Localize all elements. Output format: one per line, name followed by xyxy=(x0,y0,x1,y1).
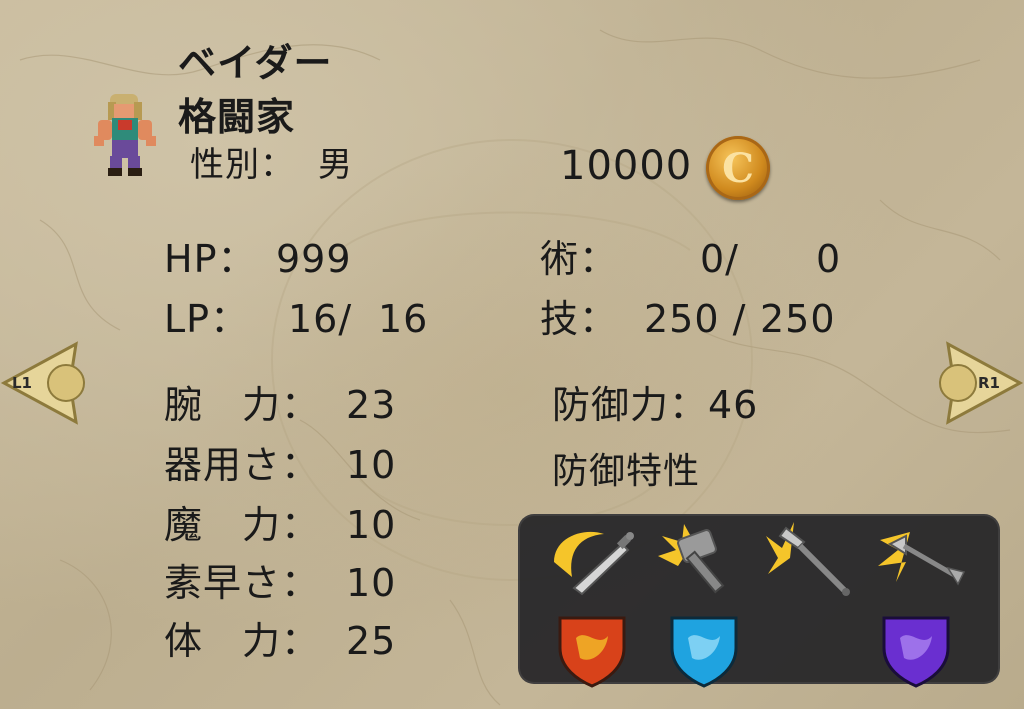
next-character-button[interactable]: R1 xyxy=(934,338,1024,428)
stat-strength-label: 腕 力： xyxy=(164,383,321,427)
jutsu-max: 0 xyxy=(816,237,842,281)
stat-vitality-value: 25 xyxy=(346,619,397,663)
lp-label: LP： xyxy=(164,297,250,341)
jutsu-current: 0/ xyxy=(700,237,739,281)
defense-attributes-panel xyxy=(518,514,1000,688)
pierce-spear-icon xyxy=(766,522,850,596)
character-sprite xyxy=(94,94,156,176)
character-class: 格闘家 xyxy=(178,95,296,139)
stat-magic-value: 10 xyxy=(346,503,397,547)
shoot-arrow-icon xyxy=(878,532,966,586)
l1-label: L1 xyxy=(12,374,32,392)
r1-label: R1 xyxy=(978,374,1000,392)
waza-label: 技： xyxy=(540,297,619,341)
waza-current: 250 / xyxy=(644,297,747,341)
money-amount: 10000 xyxy=(560,143,693,189)
stat-dexterity-value: 10 xyxy=(346,443,397,487)
crown-coin-icon: C xyxy=(706,136,770,200)
hp-value: 999 xyxy=(276,237,352,281)
ice-shield-icon xyxy=(670,616,738,688)
hp-label: HP： xyxy=(164,237,257,281)
character-name: ベイダー xyxy=(178,41,333,85)
slash-sword-icon xyxy=(554,531,634,596)
jutsu-label: 術： xyxy=(540,237,619,281)
lp-current: 16/ xyxy=(288,297,353,341)
sex-value: 男 xyxy=(318,145,353,185)
waza-max: 250 xyxy=(760,297,836,341)
stat-strength-value: 23 xyxy=(346,383,397,427)
stat-speed-value: 10 xyxy=(346,561,397,605)
sex-label: 性別： xyxy=(190,145,295,185)
stat-magic-label: 魔 力： xyxy=(164,503,321,547)
lp-max: 16 xyxy=(378,297,429,341)
stat-dexterity-label: 器用さ： xyxy=(164,443,321,487)
prev-character-button[interactable]: L1 xyxy=(0,338,90,428)
dark-shield-icon xyxy=(882,616,950,688)
defense-label: 防御力：46 xyxy=(552,383,759,427)
fire-shield-icon xyxy=(558,616,626,688)
defense-attributes-label: 防御特性 xyxy=(552,451,701,492)
stat-vitality-label: 体 力： xyxy=(164,619,321,663)
blunt-hammer-icon xyxy=(658,524,725,594)
stat-speed-label: 素早さ： xyxy=(164,561,321,605)
